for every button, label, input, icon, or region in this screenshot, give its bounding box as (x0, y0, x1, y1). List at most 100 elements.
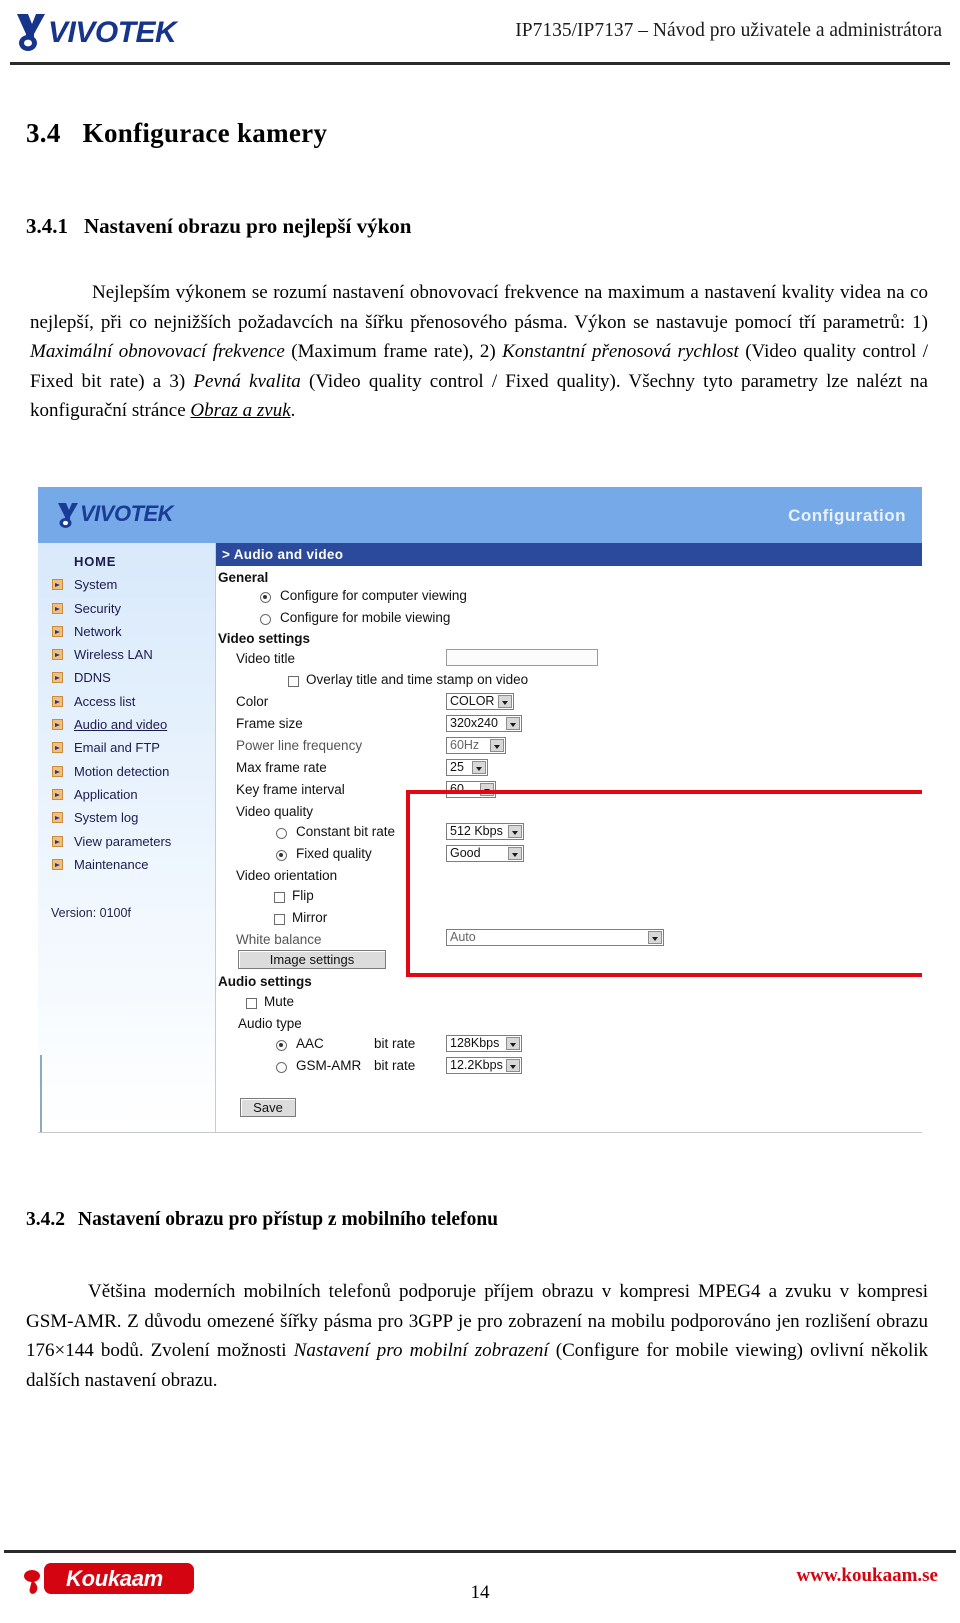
mirror-label: Mirror (292, 910, 328, 925)
ui-configuration-label[interactable]: Configuration (788, 506, 906, 526)
chevron-down-icon (506, 1037, 520, 1050)
max-frame-rate-select[interactable]: 25 (446, 759, 488, 776)
page-number: 14 (470, 1582, 490, 1603)
paragraph-3-4-1: Nejlepším výkonem se rozumí nastavení ob… (30, 278, 928, 426)
arrow-bullet-icon (52, 719, 63, 731)
radio-constant-bit-rate[interactable] (276, 828, 287, 839)
sidebar-item-system[interactable]: System (38, 574, 215, 597)
document-title: IP7135/IP7137 – Návod pro uživatele a ad… (515, 20, 942, 41)
video-title-input[interactable] (446, 649, 598, 666)
sidebar-item-system-log[interactable]: System log (38, 807, 215, 830)
mirror-checkbox[interactable] (274, 914, 285, 925)
gsm-bitrate-label: bit rate (374, 1058, 416, 1073)
flip-label: Flip (292, 888, 314, 903)
heading-3-4-1-title: Nastavení obrazu pro nejlepší výkon (84, 214, 412, 238)
fixed-quality-select[interactable]: Good (446, 845, 524, 862)
power-line-frequency-select[interactable]: 60Hz (446, 737, 506, 754)
fixed-quality-label: Fixed quality (296, 846, 372, 861)
vivotek-logo: VIVOTEK (14, 10, 177, 52)
chevron-down-icon (508, 847, 522, 860)
para1-text-5: . (290, 400, 296, 421)
chevron-down-icon (506, 717, 520, 730)
arrow-bullet-icon (52, 812, 63, 824)
sidebar-item-label: Email and FTP (74, 740, 160, 756)
color-select-value: COLOR (450, 694, 495, 708)
heading-3-4-2: 3.4.2 Nastavení obrazu pro přístup z mobi… (26, 1209, 498, 1231)
sidebar-item-label: Security (74, 600, 121, 616)
para1-text-1: Nejlepším výkonem se rozumí nastavení ob… (30, 282, 928, 333)
radio-computer-viewing-label: Configure for computer viewing (280, 588, 467, 603)
save-button[interactable]: Save (240, 1098, 296, 1117)
sidebar-item-label: Motion detection (74, 763, 170, 779)
flip-checkbox[interactable] (274, 892, 285, 903)
sidebar-item-email-and-ftp[interactable]: Email and FTP (38, 737, 215, 760)
white-balance-value: Auto (450, 930, 476, 944)
heading-3-4-number: 3.4 (26, 118, 61, 148)
gsm-bitrate-select[interactable]: 12.2Kbps (446, 1057, 522, 1074)
fixed-quality-value: Good (450, 846, 481, 860)
white-balance-select[interactable]: Auto (446, 929, 664, 946)
arrow-bullet-icon (52, 695, 63, 707)
aac-bitrate-select[interactable]: 128Kbps (446, 1035, 522, 1052)
aac-bitrate-value: 128Kbps (450, 1036, 500, 1050)
ui-brand-text: VIVOTEK (80, 501, 174, 526)
radio-fixed-quality[interactable] (276, 850, 287, 861)
sidebar-item-access-list[interactable]: Access list (38, 691, 215, 714)
sidebar-item-home[interactable]: HOME (38, 551, 215, 574)
sidebar-item-security[interactable]: Security (38, 598, 215, 621)
chevron-down-icon (508, 825, 522, 838)
color-label: Color (236, 694, 269, 709)
chevron-down-icon (506, 1059, 520, 1072)
key-frame-interval-value: 60 (450, 782, 464, 796)
video-title-label: Video title (236, 651, 296, 666)
chevron-down-icon (498, 695, 512, 708)
radio-computer-viewing[interactable] (260, 592, 271, 603)
image-settings-button[interactable]: Image settings (238, 950, 386, 969)
sidebar-item-application[interactable]: Application (38, 784, 215, 807)
key-frame-interval-select[interactable]: 60 (446, 781, 496, 798)
sidebar-item-label: Maintenance (74, 856, 149, 872)
mute-checkbox[interactable] (246, 998, 257, 1009)
arrow-bullet-icon (52, 858, 63, 870)
radio-aac[interactable] (276, 1040, 287, 1051)
sidebar-item-wireless-lan[interactable]: Wireless LAN (38, 644, 215, 667)
overlay-title-label: Overlay title and time stamp on video (306, 672, 529, 687)
frame-size-select[interactable]: 320x240 (446, 715, 522, 732)
gsm-bitrate-value: 12.2Kbps (450, 1058, 503, 1072)
sidebar-item-network[interactable]: Network (38, 621, 215, 644)
audio-type-label: Audio type (238, 1016, 302, 1031)
page-header: VIVOTEK IP7135/IP7137 – Návod pro uživat… (0, 0, 960, 66)
arrow-bullet-icon (52, 602, 63, 614)
para1-text-2: (Maximum frame rate), 2) (284, 341, 503, 362)
white-balance-label: White balance (236, 932, 322, 947)
vivotek-bird-icon (17, 14, 45, 51)
arrow-bullet-icon (52, 625, 63, 637)
ui-vivotek-logo[interactable]: VIVOTEK (56, 500, 216, 530)
sidebar-item-motion-detection[interactable]: Motion detection (38, 761, 215, 784)
embedded-ui-screenshot: VIVOTEK Configuration HOME System Securi… (38, 487, 922, 1133)
sidebar-item-label: Access list (74, 693, 136, 709)
sidebar-item-label: System log (74, 810, 139, 826)
heading-3-4-1-number: 3.4.1 (26, 214, 68, 238)
radio-gsm-amr[interactable] (276, 1062, 287, 1073)
sidebar-item-ddns[interactable]: DDNS (38, 667, 215, 690)
group-title-video-settings: Video settings (218, 631, 311, 646)
header-divider (10, 62, 950, 65)
sidebar-item-label: DDNS (74, 670, 111, 686)
sidebar-item-audio-and-video[interactable]: Audio and video (38, 714, 215, 737)
power-line-frequency-value: 60Hz (450, 738, 480, 752)
overlay-title-checkbox[interactable] (288, 676, 299, 687)
arrow-bullet-icon (52, 672, 63, 684)
radio-mobile-viewing[interactable] (260, 614, 271, 625)
sidebar-item-label: Application (74, 786, 138, 802)
arrow-bullet-icon (52, 835, 63, 847)
sidebar-item-view-parameters[interactable]: View parameters (38, 831, 215, 854)
sidebar-item-maintenance[interactable]: Maintenance (38, 854, 215, 877)
key-frame-interval-label: Key frame interval (236, 782, 345, 797)
constant-bit-rate-select[interactable]: 512 Kbps (446, 823, 524, 840)
para1-crossref-link[interactable]: Obraz a zvuk (190, 400, 290, 421)
max-frame-rate-label: Max frame rate (236, 760, 327, 775)
ui-content-panel: > Audio and video General Configure for … (216, 543, 922, 1133)
color-select[interactable]: COLOR (446, 693, 514, 710)
arrow-bullet-icon (52, 765, 63, 777)
